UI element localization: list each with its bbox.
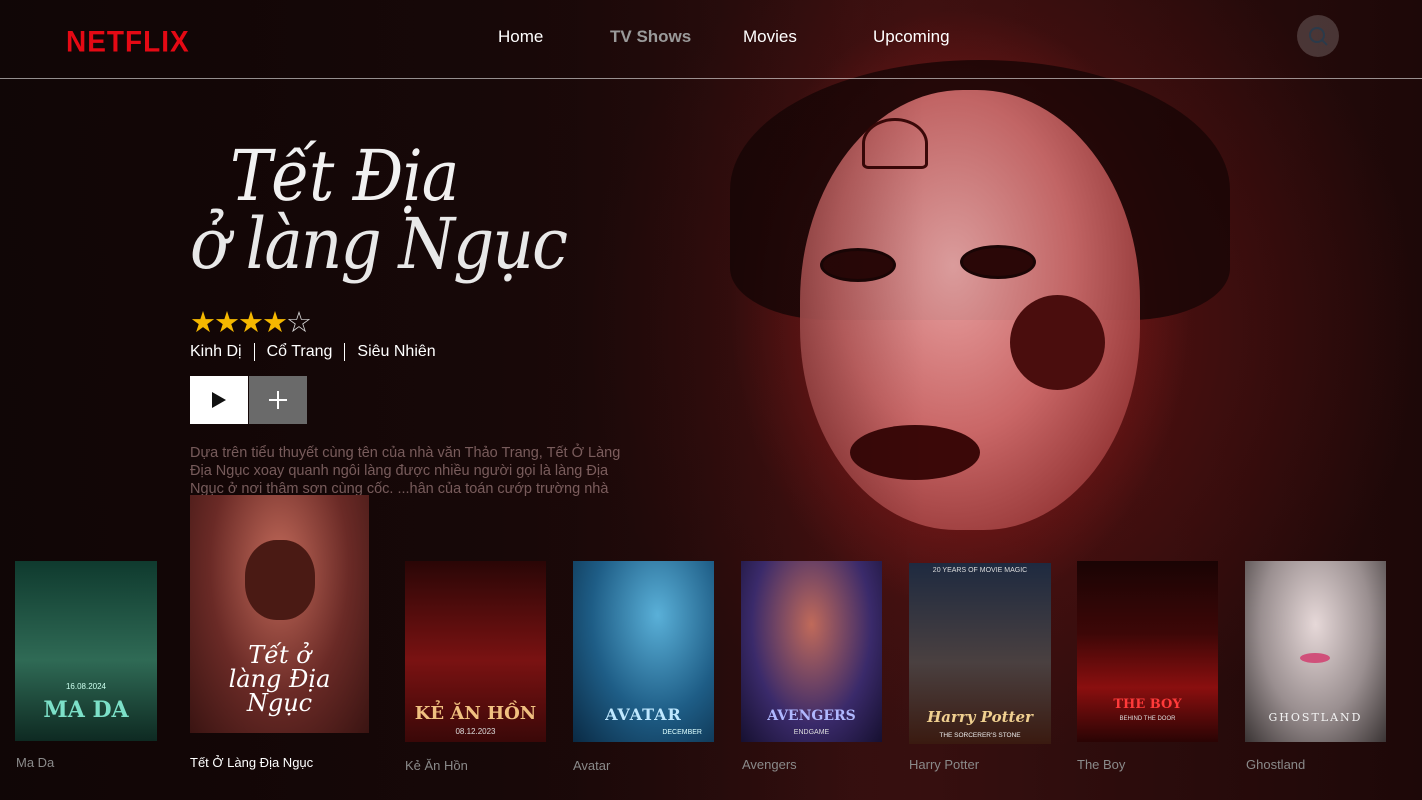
poster-date: DECEMBER (662, 729, 702, 736)
poster-caption[interactable]: Harry Potter (909, 757, 979, 772)
genre-list: Kinh Dị Cổ Trang Siêu Nhiên (190, 343, 436, 361)
featured-title-line2: ở làng Ngục (190, 203, 568, 285)
poster-caption[interactable]: Ma Da (16, 755, 54, 770)
star-filled-icon: ★ (190, 307, 216, 339)
genre-tag: Kinh Dị (190, 343, 242, 360)
poster-subtitle: ENDGAME (793, 729, 830, 736)
poster-ghostland[interactable]: GHOSTLAND (1245, 561, 1386, 742)
star-filled-icon: ★ (214, 307, 240, 339)
poster-date: 08.12.2023 (455, 727, 496, 736)
poster-caption[interactable]: Kẻ Ăn Hồn (405, 758, 468, 773)
nav-tv-shows[interactable]: TV Shows (610, 27, 691, 47)
poster-tagline: 20 YEARS OF MOVIE MAGIC (932, 567, 1028, 574)
poster-title: AVATAR (605, 705, 682, 724)
top-bar: NETFLIX Home TV Shows Movies Upcoming (0, 0, 1422, 79)
poster-title: KẺ ĂN HỒN (414, 703, 537, 724)
netflix-logo[interactable]: NETFLIX (66, 25, 190, 59)
poster-title: Harry Potter (927, 708, 1033, 726)
nav-upcoming[interactable]: Upcoming (873, 27, 950, 47)
nav-movies[interactable]: Movies (743, 27, 797, 47)
poster-caption[interactable]: Ghostland (1246, 757, 1305, 772)
poster-art (1077, 561, 1218, 742)
poster-avengers[interactable]: AVENGERS ENDGAME (741, 561, 882, 742)
poster-title: AVENGERS (767, 708, 856, 724)
search-button[interactable] (1297, 15, 1339, 57)
poster-date: 16.08.2024 (65, 682, 107, 691)
rating-stars: ★★★★☆ (190, 305, 312, 340)
genre-divider (344, 343, 346, 361)
genre-tag: Siêu Nhiên (357, 343, 436, 360)
poster-ke-an-hon[interactable]: KẺ ĂN HỒN 08.12.2023 (405, 561, 546, 742)
poster-tet-o-lang-dia-nguc[interactable]: Tết ở làng Địa Ngục (190, 495, 369, 733)
add-to-list-button[interactable] (249, 376, 307, 424)
star-empty-icon: ☆ (286, 307, 312, 339)
poster-harry-potter[interactable]: 20 YEARS OF MOVIE MAGIC Harry Potter THE… (909, 563, 1051, 744)
featured-title: Tết Địa ở làng Ngục (190, 135, 600, 310)
poster-title: THE BOY (1113, 697, 1182, 712)
star-filled-icon: ★ (262, 307, 288, 339)
poster-lips (1300, 653, 1330, 663)
poster-mask (245, 540, 315, 620)
genre-divider (253, 343, 255, 361)
plus-icon (269, 391, 287, 409)
poster-title: GHOSTLAND (1268, 711, 1363, 724)
star-filled-icon: ★ (238, 307, 264, 339)
play-icon (212, 392, 226, 408)
poster-caption[interactable]: Tết Ở Làng Địa Ngục (190, 755, 313, 770)
poster-subtitle: THE SORCERER'S STONE (939, 732, 1021, 739)
poster-caption[interactable]: Avengers (742, 757, 797, 772)
poster-title: Tết ở làng Địa Ngục (228, 641, 331, 717)
poster-caption[interactable]: The Boy (1077, 757, 1125, 772)
poster-subtitle: BEHIND THE DOOR (1119, 716, 1176, 722)
play-button[interactable] (190, 376, 248, 424)
nav-home[interactable]: Home (498, 27, 543, 47)
poster-ma-da[interactable]: MA DA 16.08.2024 (15, 561, 157, 741)
poster-caption[interactable]: Avatar (573, 758, 610, 773)
poster-title: MA DA (43, 697, 129, 723)
poster-avatar[interactable]: AVATAR DECEMBER (573, 561, 714, 742)
search-icon (1309, 27, 1328, 46)
poster-the-boy[interactable]: THE BOY BEHIND THE DOOR (1077, 561, 1218, 742)
genre-tag: Cổ Trang (266, 343, 333, 360)
